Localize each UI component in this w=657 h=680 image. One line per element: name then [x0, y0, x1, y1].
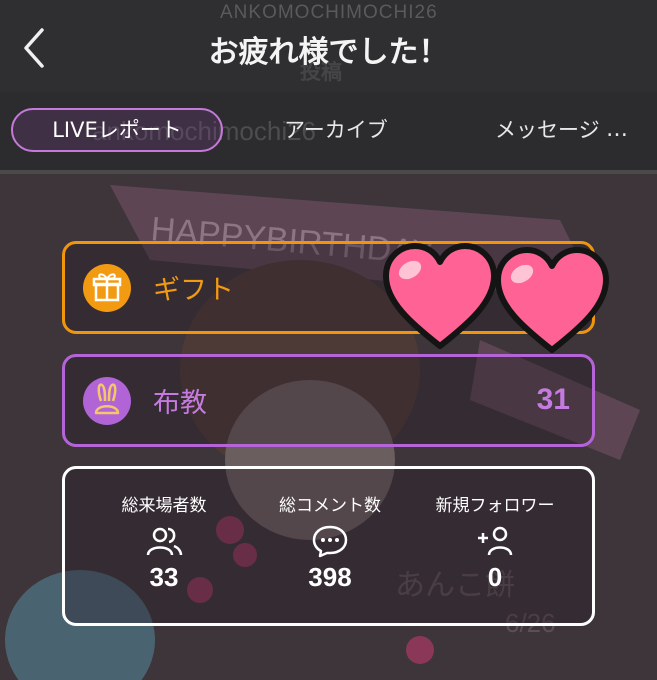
gift-label: ギフト: [153, 275, 234, 306]
fukyo-count: 31: [536, 383, 570, 416]
stat-new-followers: 新規フォロワー 0: [410, 491, 580, 593]
add-user-icon: [478, 526, 513, 556]
fukyo-card[interactable]: 布教 31: [62, 354, 595, 447]
tab-divider: [0, 170, 657, 174]
header-bar: ANKOMOCHIMOCHI26 投稿 お疲れ様でした！: [0, 0, 657, 92]
hearts-icon: [383, 243, 609, 353]
header-ghost-username: ANKOMOCHIMOCHI26: [220, 2, 438, 23]
stat-visitors-value: 33: [149, 562, 179, 592]
tab-overflow-more[interactable]: …: [606, 108, 628, 152]
stat-comments-label: 総コメント数: [279, 496, 381, 516]
tab-messages[interactable]: メッセージ: [495, 108, 600, 152]
tab-bar: ankomochimochi26 LIVEレポート アーカイブ メッセージ …: [0, 92, 657, 170]
stat-followers-label: 新規フォロワー: [435, 496, 555, 516]
fukyo-label: 布教: [153, 388, 207, 419]
comment-icon: [312, 525, 348, 558]
stat-total-comments: 総コメント数 398: [245, 491, 415, 593]
stat-visitors-label: 総来場者数: [121, 496, 207, 516]
gift-icon: [83, 264, 131, 312]
users-icon: [146, 527, 183, 556]
stat-followers-value: 0: [487, 562, 503, 592]
tab-live-report[interactable]: LIVEレポート: [11, 108, 223, 152]
stat-total-visitors: 総来場者数 33: [79, 491, 249, 593]
tab-archive[interactable]: アーカイブ: [284, 108, 388, 152]
stats-card: 総来場者数 33 総コメント数 398 新規フォロワー 0: [62, 466, 595, 626]
page-title: お疲れ様でした！: [208, 35, 449, 70]
rabbit-icon: [83, 377, 131, 425]
stat-comments-value: 398: [308, 562, 352, 592]
